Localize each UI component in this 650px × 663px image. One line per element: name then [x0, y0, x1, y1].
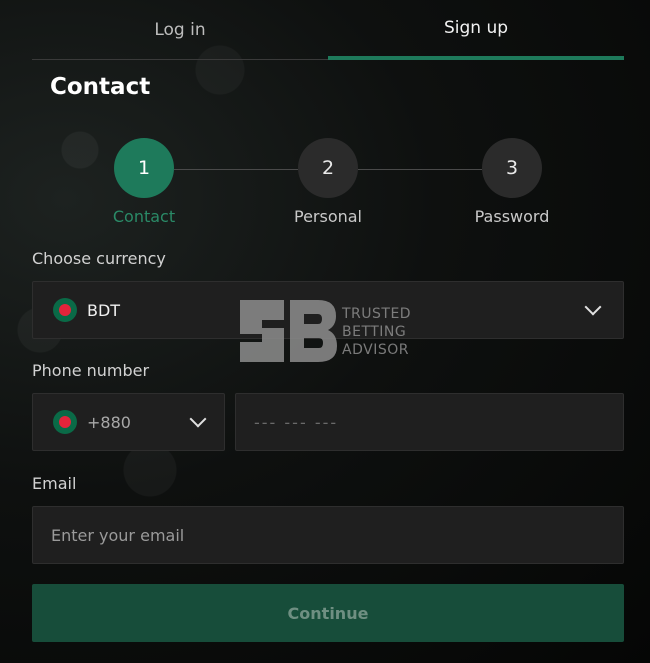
- registration-stepper: 1 2 3 Contact Personal Password: [0, 138, 650, 238]
- step-3-label: Password: [474, 207, 550, 226]
- chevron-down-icon: [584, 298, 602, 316]
- email-input[interactable]: [33, 507, 623, 563]
- email-field-box: [32, 506, 624, 564]
- phone-label: Phone number: [32, 361, 150, 380]
- step-1-circle: 1: [114, 138, 174, 198]
- continue-button[interactable]: Continue: [32, 584, 624, 642]
- chevron-down-icon: [189, 410, 207, 428]
- bangladesh-flag-icon: [53, 298, 77, 322]
- phone-prefix-select[interactable]: +880: [32, 393, 225, 451]
- step-connector: [358, 169, 482, 170]
- phone-prefix-value: +880: [87, 412, 131, 432]
- currency-value: BDT: [87, 300, 121, 320]
- auth-tabs: Log in Sign up: [32, 0, 624, 60]
- watermark-text: TRUSTED BETTING ADVISOR: [342, 305, 411, 359]
- phone-number-input[interactable]: [236, 394, 623, 450]
- step-connector: [174, 169, 298, 170]
- watermark-line: ADVISOR: [342, 342, 409, 358]
- phone-field-box: [235, 393, 624, 451]
- watermark-line: TRUSTED: [342, 306, 412, 322]
- page-title: Contact: [50, 74, 151, 100]
- step-2-circle: 2: [298, 138, 358, 198]
- step-2-label: Personal: [293, 207, 362, 226]
- tba-logo-icon: [240, 300, 337, 362]
- email-label: Email: [32, 474, 77, 493]
- bangladesh-flag-icon: [53, 410, 77, 434]
- step-3-circle: 3: [482, 138, 542, 198]
- step-1-label: Contact: [112, 207, 176, 226]
- watermark-line: BETTING: [342, 324, 407, 340]
- tab-log-in[interactable]: Log in: [32, 0, 328, 60]
- tab-sign-up[interactable]: Sign up: [328, 0, 624, 60]
- watermark-logo: TRUSTED BETTING ADVISOR: [238, 296, 418, 366]
- currency-label: Choose currency: [32, 249, 166, 268]
